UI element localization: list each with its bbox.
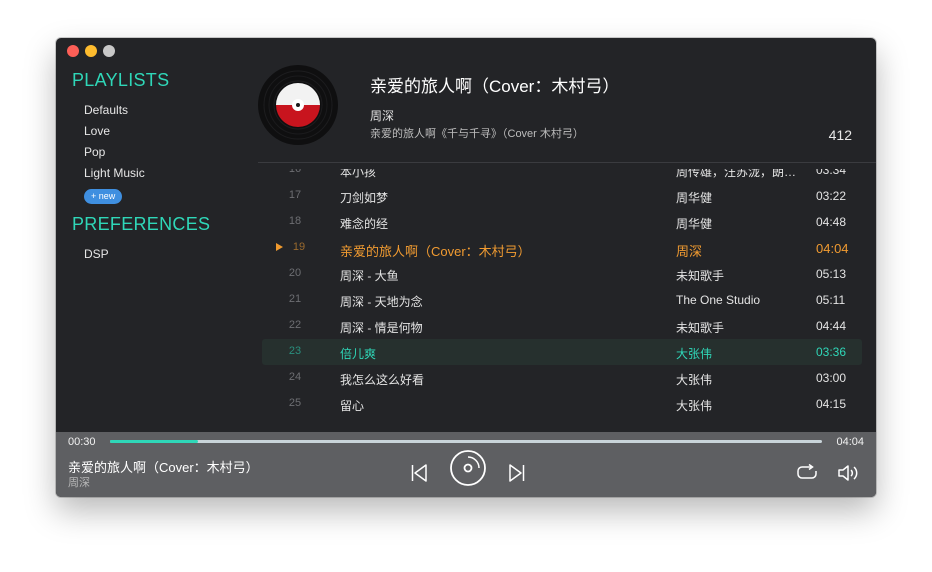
track-artist: 大张伟 xyxy=(676,399,713,413)
track-duration: 04:04 xyxy=(816,241,849,256)
track-number: 22 xyxy=(288,319,302,331)
track-duration: 03:22 xyxy=(816,189,847,203)
track-number: 16 xyxy=(288,169,302,175)
track-row[interactable]: 24 我怎么这么好看 大张伟 03:00 xyxy=(262,365,862,391)
player-artist: 周深 xyxy=(68,477,90,489)
current-time: 00:30 xyxy=(68,436,96,448)
track-number: 24 xyxy=(288,371,302,383)
track-duration: 03:34 xyxy=(816,169,847,177)
preference-item-dsp[interactable]: DSP xyxy=(84,247,109,261)
track-duration: 03:00 xyxy=(816,371,847,385)
track-number: 19 xyxy=(292,241,306,253)
track-artist: 大张伟 xyxy=(676,347,713,361)
track-row[interactable]: 21 周深 - 天地为念 The One Studio 05:11 xyxy=(262,287,862,313)
playlist-item-love[interactable]: Love xyxy=(84,124,110,138)
track-number: 20 xyxy=(288,267,302,279)
track-row[interactable]: 16 本小孩 周传雄，汪苏泷，朗… 03:34 xyxy=(262,169,862,183)
progress-fill xyxy=(110,440,198,443)
track-duration: 05:11 xyxy=(816,293,846,307)
new-playlist-button[interactable]: + new xyxy=(84,189,123,204)
track-artist: 未知歌手 xyxy=(676,269,725,283)
track-row-playing[interactable]: 19 亲爱的旅人啊（Cover：木村弓） 周深 04:04 xyxy=(262,235,862,261)
track-title: 本小孩 xyxy=(340,169,377,179)
track-artist: 周传雄，汪苏泷，朗… xyxy=(676,169,797,179)
track-title: 刀剑如梦 xyxy=(340,191,389,205)
track-number: 25 xyxy=(288,397,302,409)
track-title: 亲爱的旅人啊（Cover：木村弓） xyxy=(340,244,531,259)
sidebar: PLAYLISTS Defaults Love Pop Light Music … xyxy=(56,38,246,432)
player-title: 亲爱的旅人啊（Cover：木村弓） xyxy=(68,460,259,475)
track-duration: 03:36 xyxy=(816,345,847,359)
track-number: 17 xyxy=(288,189,302,201)
track-duration: 04:15 xyxy=(816,397,847,411)
track-title: 倍儿爽 xyxy=(340,347,377,361)
total-time: 04:04 xyxy=(836,436,864,448)
progress-bar[interactable] xyxy=(110,440,822,443)
play-disc-icon[interactable] xyxy=(449,449,487,487)
track-title: 周深 - 大鱼 xyxy=(340,269,399,283)
track-title: 难念的经 xyxy=(340,217,389,231)
track-row[interactable]: 17 刀剑如梦 周华健 03:22 xyxy=(262,183,862,209)
vinyl-record-icon xyxy=(258,65,338,145)
track-title: 周深 - 情是何物 xyxy=(340,321,423,335)
now-playing-album: 亲爱的旅人啊《千与千寻》（Cover 木村弓） xyxy=(370,128,584,140)
track-duration: 04:44 xyxy=(816,319,847,333)
header-divider xyxy=(258,162,876,163)
track-title: 周深 - 天地为念 xyxy=(340,295,423,309)
track-artist: 周华健 xyxy=(676,217,713,231)
track-title: 我怎么这么好看 xyxy=(340,373,425,387)
track-artist: 周深 xyxy=(676,244,703,259)
track-row[interactable]: 22 周深 - 情是何物 未知歌手 04:44 xyxy=(262,313,862,339)
track-count: 412 xyxy=(828,127,852,143)
track-duration: 05:13 xyxy=(816,267,847,281)
preferences-heading: PREFERENCES xyxy=(72,214,211,234)
now-playing-title: 亲爱的旅人啊（Cover：木村弓） xyxy=(370,77,620,96)
next-icon[interactable] xyxy=(506,462,528,484)
now-playing-artist: 周深 xyxy=(370,109,395,123)
track-number: 23 xyxy=(288,345,302,357)
repeat-icon[interactable] xyxy=(796,463,818,483)
track-artist: 大张伟 xyxy=(676,373,713,387)
track-artist: The One Studio xyxy=(676,293,761,307)
track-artist: 周华健 xyxy=(676,191,713,205)
track-number: 21 xyxy=(288,293,302,305)
volume-icon[interactable] xyxy=(837,463,861,483)
track-duration: 04:48 xyxy=(816,215,847,229)
track-list: 16 本小孩 周传雄，汪苏泷，朗… 03:34 17 刀剑如梦 周华健 03:2… xyxy=(262,169,874,417)
track-row[interactable]: 18 难念的经 周华健 04:48 xyxy=(262,209,862,235)
track-row[interactable]: 20 周深 - 大鱼 未知歌手 05:13 xyxy=(262,261,862,287)
track-number: 18 xyxy=(288,215,302,227)
now-playing-header: 亲爱的旅人啊（Cover：木村弓） 周深 亲爱的旅人啊《千与千寻》（Cover … xyxy=(256,38,876,162)
playlist-item-pop[interactable]: Pop xyxy=(84,145,105,159)
previous-icon[interactable] xyxy=(408,462,430,484)
track-row[interactable]: 25 留心 大张伟 04:15 xyxy=(262,391,862,417)
track-row-selected[interactable]: 23 倍儿爽 大张伟 03:36 xyxy=(262,339,862,365)
track-title: 留心 xyxy=(340,399,365,413)
playlist-item-defaults[interactable]: Defaults xyxy=(84,103,128,117)
playlists-heading: PLAYLISTS xyxy=(72,70,170,90)
playlist-item-light-music[interactable]: Light Music xyxy=(84,166,145,180)
track-artist: 未知歌手 xyxy=(676,321,725,335)
player-window: PLAYLISTS Defaults Love Pop Light Music … xyxy=(56,38,876,497)
player-bar: 00:30 04:04 亲爱的旅人啊（Cover：木村弓） 周深 xyxy=(56,432,876,497)
play-marker-icon xyxy=(276,243,283,251)
